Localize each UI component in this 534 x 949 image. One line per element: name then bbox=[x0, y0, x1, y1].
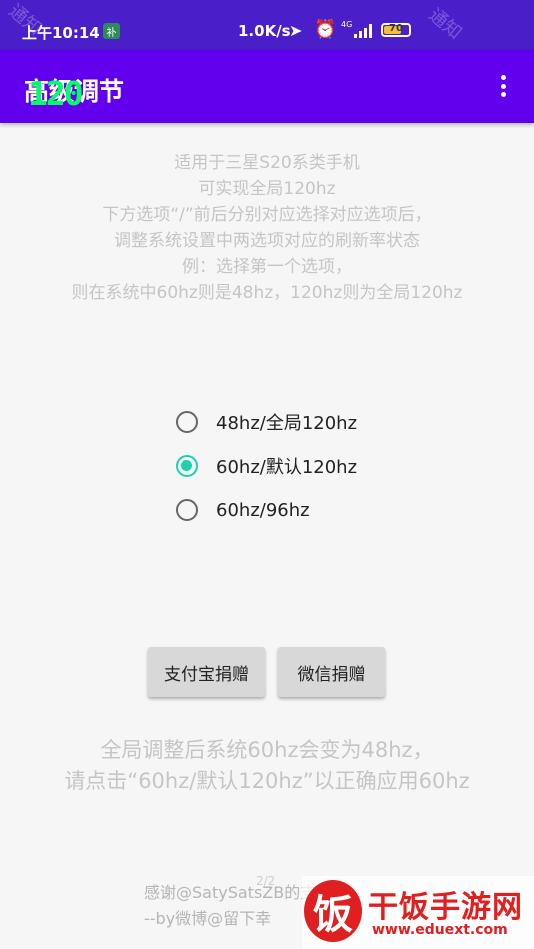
refresh-rate-overlay: 120 bbox=[28, 74, 84, 113]
wechat-donate-button[interactable]: 微信捐赠 bbox=[278, 647, 385, 697]
refresh-rate-options: 48hz/全局120hz 60hz/默认120hz 60hz/96hz bbox=[176, 400, 357, 532]
site-name: 干饭手游网 bbox=[368, 890, 523, 925]
option-60hz-96hz[interactable]: 60hz/96hz bbox=[176, 488, 357, 532]
sim-badge-icon: 补 bbox=[103, 23, 120, 39]
description-line: 适用于三星S20系类手机 bbox=[174, 153, 360, 173]
site-watermark-logo: 饭 干饭手游网 www.eduext.com bbox=[302, 876, 534, 949]
option-label: 60hz/96hz bbox=[216, 499, 310, 521]
site-url: www.eduext.com bbox=[372, 922, 508, 938]
option-label: 48hz/全局120hz bbox=[216, 413, 358, 434]
radio-unchecked-icon[interactable] bbox=[176, 499, 198, 521]
app-bar: 高级调节 120 bbox=[0, 50, 534, 123]
status-bar: 通知 通知 上午10:14 补 1.0K/s ➤ ⏰ 4G 70 bbox=[0, 0, 534, 50]
description: 适用于三星S20系类手机 可实现全局120hz 下方选项“/”前后分别对应选择对… bbox=[0, 150, 534, 306]
network-speed: 1.0K/s bbox=[238, 22, 291, 40]
site-logo-icon: 饭 bbox=[304, 880, 362, 942]
more-vert-icon[interactable] bbox=[492, 71, 514, 101]
option-label: 60hz/默认120hz bbox=[216, 457, 358, 478]
description-line: 调整系统设置中两选项对应的刷新率状态 bbox=[114, 231, 420, 251]
radio-unchecked-icon[interactable] bbox=[176, 411, 198, 433]
watermark-text: 通知 bbox=[424, 4, 466, 44]
alarm-clock-icon: ⏰ bbox=[314, 19, 337, 40]
battery-level: 70 bbox=[389, 23, 403, 34]
description-line: 可实现全局120hz bbox=[198, 179, 336, 199]
radio-checked-icon[interactable] bbox=[176, 455, 198, 477]
usage-note: 全局调整后系统60hz会变为48hz， 请点击“60hz/默认120hz”以正确… bbox=[0, 735, 534, 797]
description-line: 下方选项“/”前后分别对应选择对应选项后， bbox=[102, 205, 432, 225]
signal-strength-icon bbox=[354, 24, 374, 38]
note-line: 请点击“60hz/默认120hz”以正确应用60hz bbox=[64, 769, 470, 793]
option-60hz-default-120hz[interactable]: 60hz/默认120hz bbox=[176, 444, 357, 488]
navigation-arrow-icon: ➤ bbox=[289, 21, 303, 40]
description-line: 例：选择第一个选项， bbox=[182, 257, 352, 277]
description-line: 则在系统中60hz则是48hz，120hz则为全局120hz bbox=[71, 283, 463, 303]
option-48hz-global-120hz[interactable]: 48hz/全局120hz bbox=[176, 400, 357, 444]
network-type: 4G bbox=[341, 20, 353, 29]
note-line: 全局调整后系统60hz会变为48hz， bbox=[100, 738, 434, 762]
status-time: 上午10:14 bbox=[22, 24, 100, 42]
alipay-donate-button[interactable]: 支付宝捐赠 bbox=[148, 647, 265, 697]
battery-icon: 70 bbox=[381, 23, 411, 37]
